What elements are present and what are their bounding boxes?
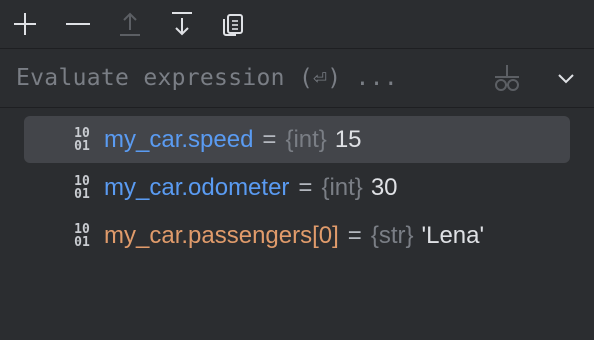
primitive-type-icon: 10 01 [74,173,90,202]
variable-name: my_car.odometer [104,173,290,201]
variable-type: {str} [370,221,414,249]
plus-icon [14,13,36,35]
variable-value: 15 [334,125,362,153]
variable-name: my_car.speed [104,125,254,153]
add-to-watches-button[interactable] [491,62,523,94]
tree-row[interactable]: 10 01 my_car.passengers[0] = {str} 'Lena' [24,212,570,259]
equals-sign: = [262,125,277,153]
add-watch-button[interactable] [9,8,41,40]
remove-watch-button[interactable] [61,8,93,40]
primitive-type-icon: 10 01 [74,125,90,154]
move-up-icon [120,12,140,36]
evaluate-expression-bar: Evaluate expression (⏎) ... [0,49,594,108]
copy-icon [223,14,243,36]
move-up-button[interactable] [114,8,146,40]
minus-icon [66,23,90,25]
primitive-type-icon: 10 01 [74,221,90,250]
move-down-icon [172,12,192,36]
variable-value: 'Lena' [421,221,485,249]
debugger-watches-panel: Evaluate expression (⏎) ... 10 01 my_car.… [0,0,594,340]
evaluate-expression-input[interactable]: Evaluate expression (⏎) ... [16,49,398,107]
watches-toolbar [0,0,594,49]
expand-history-button[interactable] [550,62,582,94]
copy-button[interactable] [217,8,249,40]
variable-name: my_car.passengers[0] [104,221,339,249]
chevron-down-icon [558,74,574,84]
tree-row[interactable]: 10 01 my_car.odometer = {int} 30 [24,164,570,211]
tree-row[interactable]: 10 01 my_car.speed = {int} 15 [24,116,570,163]
variable-type: {int} [321,173,363,201]
equals-sign: = [347,221,362,249]
variable-value: 30 [370,173,398,201]
add-watch-glasses-icon [495,65,519,91]
variable-type: {int} [285,125,327,153]
move-down-button[interactable] [166,8,198,40]
equals-sign: = [298,173,313,201]
